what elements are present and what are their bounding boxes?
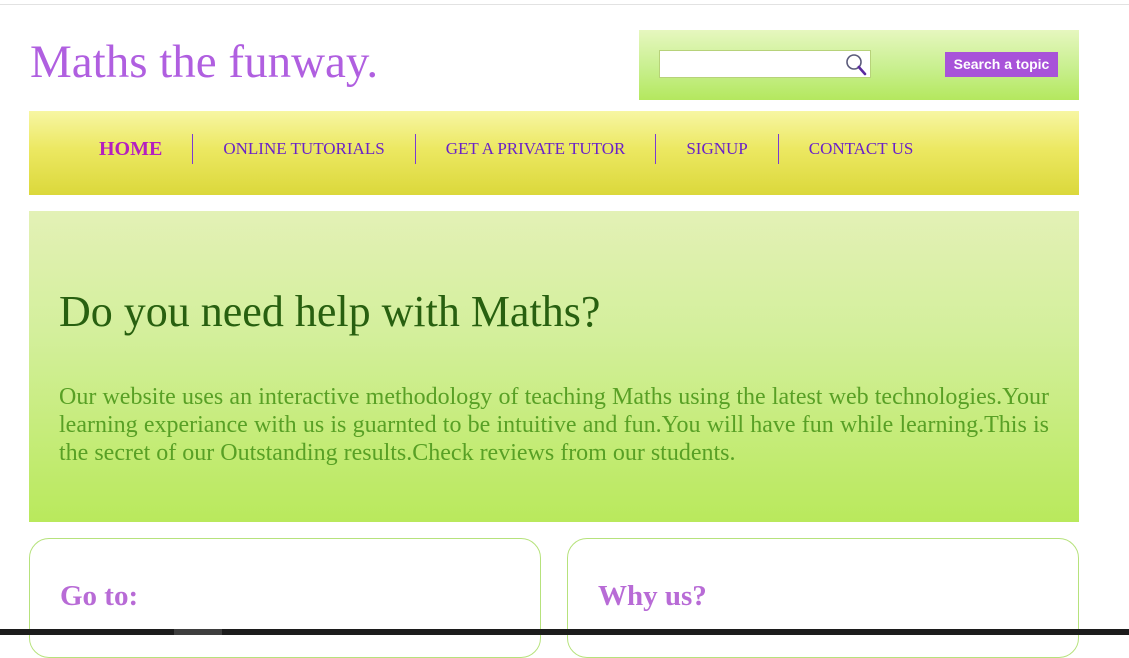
taskbar (0, 629, 1129, 635)
search-icon[interactable] (844, 53, 868, 77)
hero-heading: Do you need help with Maths? (59, 287, 601, 336)
top-divider (0, 4, 1129, 5)
site-title: Maths the funway. (30, 36, 379, 88)
nav-item-private-tutor[interactable]: GET A PRIVATE TUTOR (414, 134, 656, 164)
goto-card: Go to: (29, 538, 541, 658)
goto-card-title: Go to: (60, 580, 139, 612)
search-topic-button[interactable]: Search a topic (945, 52, 1058, 77)
search-panel: Search a topic (639, 30, 1079, 100)
hero-section: Do you need help with Maths? Our website… (29, 211, 1079, 522)
nav-item-signup[interactable]: SIGNUP (655, 134, 777, 164)
main-nav: HOME ONLINE TUTORIALS GET A PRIVATE TUTO… (29, 111, 1079, 195)
why-us-card-title: Why us? (598, 580, 707, 612)
why-us-card: Why us? (567, 538, 1079, 658)
nav-item-online-tutorials[interactable]: ONLINE TUTORIALS (192, 134, 414, 164)
nav-item-home[interactable]: HOME (29, 134, 192, 164)
hero-text: Our website uses an interactive methodol… (59, 384, 1049, 466)
search-box (659, 50, 871, 78)
search-input[interactable] (660, 51, 840, 77)
nav-item-contact-us[interactable]: CONTACT US (777, 134, 944, 164)
taskbar-item[interactable] (174, 629, 222, 635)
nav-list: HOME ONLINE TUTORIALS GET A PRIVATE TUTO… (29, 134, 943, 164)
